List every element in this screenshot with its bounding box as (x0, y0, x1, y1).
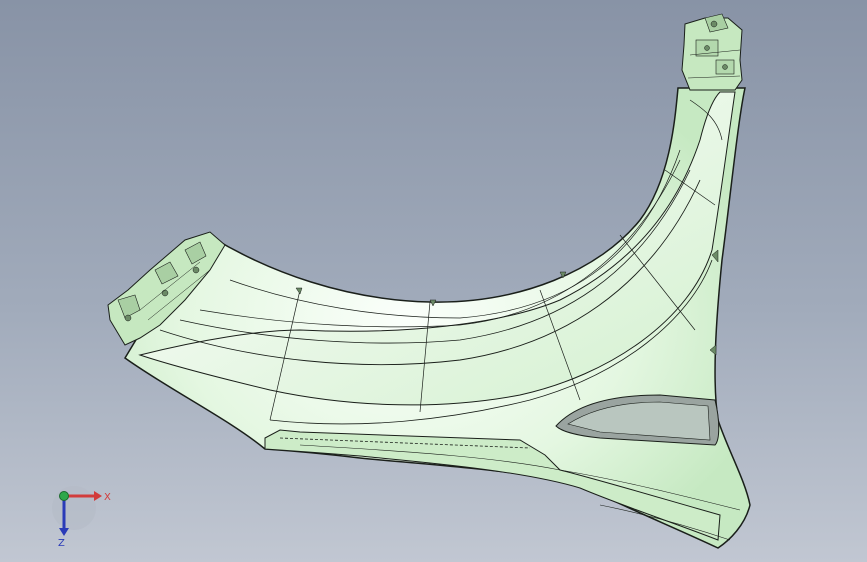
triad-compass-disc (52, 486, 96, 530)
x-axis-label: X (104, 492, 111, 503)
axis-triad: X Z (52, 486, 111, 549)
y-axis-dot (59, 491, 69, 501)
fender-part-model[interactable] (0, 0, 867, 562)
top-mounting-bracket (681, 13, 743, 91)
z-axis-label: Z (58, 538, 65, 549)
cad-viewport[interactable]: X Z (0, 0, 867, 562)
